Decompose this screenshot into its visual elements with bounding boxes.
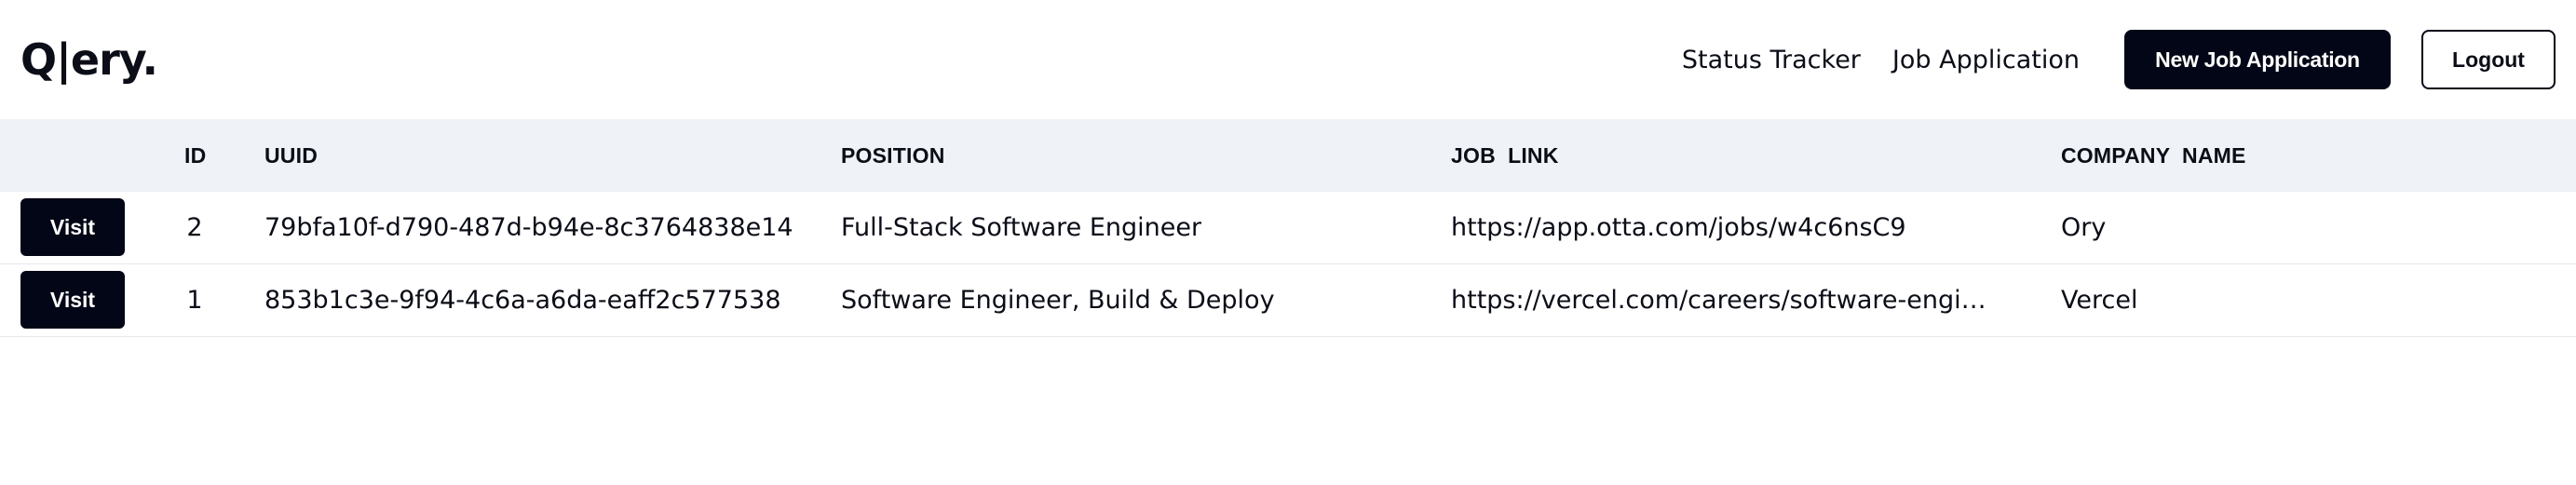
column-header-job-link: JOB LINK [1451,143,1559,168]
app-root: Q|ery. Status Tracker Job Application Ne… [0,0,2576,485]
cell-id: 2 [186,213,203,242]
app-logo[interactable]: Q|ery. [20,34,158,85]
visit-button[interactable]: Visit [20,271,125,329]
cell-position: Software Engineer, Build & Deploy [841,286,1275,315]
cell-id: 1 [186,286,203,315]
cell-company-name: Vercel [2061,286,2138,315]
table-header-row: ID UUID POSITION JOB LINK COMPANY NAME [0,119,2576,192]
cell-uuid: 853b1c3e-9f94-4c6a-a6da-eaff2c577538 [264,286,781,315]
column-header-company-name: COMPANY NAME [2061,143,2246,168]
table-row: Visit 2 79bfa10f-d790-487d-b94e-8c376483… [0,192,2576,264]
cell-job-link[interactable]: https://vercel.com/careers/software-engi… [1451,264,2000,336]
cell-company-name: Ory [2061,213,2107,242]
new-job-application-button[interactable]: New Job Application [2124,30,2391,89]
column-header-uuid: UUID [264,143,319,168]
cell-position: Full-Stack Software Engineer [841,213,1202,242]
column-header-id: ID [184,143,207,168]
cell-job-link[interactable]: https://app.otta.com/jobs/w4c6nsC9 [1451,192,1906,263]
visit-button[interactable]: Visit [20,198,125,256]
nav-link-status-tracker[interactable]: Status Tracker [1682,46,1861,74]
logout-button[interactable]: Logout [2421,30,2556,89]
nav-link-job-application[interactable]: Job Application [1892,46,2080,74]
job-applications-table: ID UUID POSITION JOB LINK COMPANY NAME V… [0,119,2576,337]
column-header-position: POSITION [841,143,945,168]
top-bar: Q|ery. Status Tracker Job Application Ne… [0,0,2576,119]
main-nav: Status Tracker Job Application New Job A… [1682,30,2556,89]
cell-uuid: 79bfa10f-d790-487d-b94e-8c3764838e14 [264,213,793,242]
table-row: Visit 1 853b1c3e-9f94-4c6a-a6da-eaff2c57… [0,264,2576,337]
